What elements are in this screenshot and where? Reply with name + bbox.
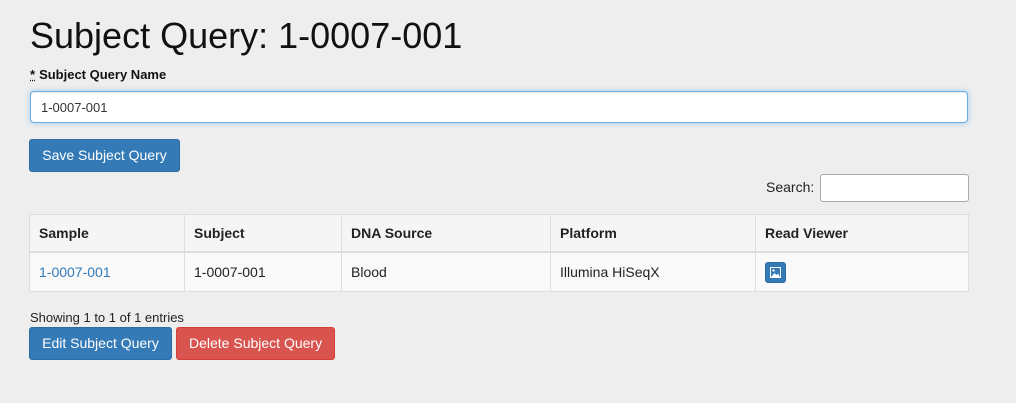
sample-link[interactable]: 1-0007-001	[39, 264, 111, 280]
column-header-platform[interactable]: Platform	[550, 214, 756, 253]
subject-query-name-label-text: Subject Query Name	[39, 67, 167, 82]
column-header-subject[interactable]: Subject	[184, 214, 342, 253]
table-row: 1-0007-001 1-0007-001 Blood Illumina HiS…	[29, 251, 969, 292]
edit-subject-query-button[interactable]: Edit Subject Query	[29, 327, 172, 360]
cell-sample: 1-0007-001	[29, 251, 185, 292]
column-header-sample[interactable]: Sample	[29, 214, 185, 253]
image-icon	[770, 266, 781, 278]
search-label: Search:	[766, 179, 815, 195]
cell-platform: Illumina HiSeqX	[550, 251, 756, 292]
required-marker: *	[30, 67, 36, 82]
table-info: Showing 1 to 1 of 1 entries	[30, 310, 184, 325]
samples-table: Sample Subject DNA Source Platform Read …	[29, 214, 969, 292]
search-input[interactable]	[820, 174, 969, 202]
cell-subject: 1-0007-001	[184, 251, 342, 292]
save-subject-query-button[interactable]: Save Subject Query	[29, 139, 180, 172]
cell-dna-source: Blood	[341, 251, 551, 292]
column-header-read-viewer[interactable]: Read Viewer	[755, 214, 969, 253]
cell-read-viewer	[755, 251, 969, 292]
column-header-dna-source[interactable]: DNA Source	[341, 214, 551, 253]
page-title: Subject Query: 1-0007-001	[30, 15, 463, 56]
subject-query-name-input[interactable]	[30, 91, 968, 123]
read-viewer-button[interactable]	[765, 261, 786, 283]
delete-subject-query-button[interactable]: Delete Subject Query	[176, 327, 335, 360]
table-header-row: Sample Subject DNA Source Platform Read …	[29, 214, 969, 253]
page: Subject Query: 1-0007-001 * Subject Query…	[0, 0, 1016, 403]
subject-query-name-label: * Subject Query Name	[30, 67, 166, 82]
